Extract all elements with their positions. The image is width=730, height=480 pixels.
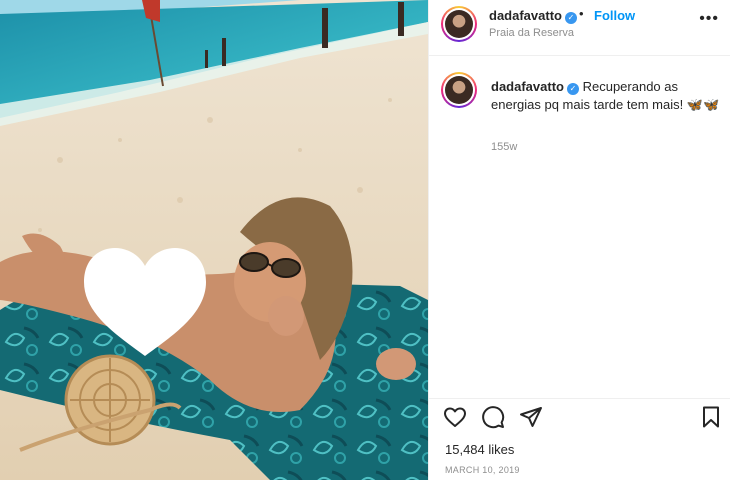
post-username-link[interactable]: dadafavatto ✓: [489, 8, 577, 24]
comment-icon[interactable]: [481, 405, 505, 429]
likes-count[interactable]: 15,484 likes: [445, 442, 514, 457]
post-header: dadafavatto ✓ • Follow Praia da Reserva •…: [429, 0, 730, 56]
verified-badge-icon: ✓: [564, 12, 577, 24]
post-date: MARCH 10, 2019: [445, 465, 520, 475]
action-bar: [429, 398, 730, 432]
post-photo[interactable]: [0, 0, 428, 480]
caption-avatar[interactable]: [441, 72, 477, 108]
caption-verified-badge-icon: ✓: [566, 83, 579, 95]
heart-icon[interactable]: [443, 405, 467, 429]
share-icon[interactable]: [519, 405, 543, 429]
caption: dadafavatto ✓ Recuperando as energias pq …: [491, 78, 723, 114]
bookmark-icon[interactable]: [699, 405, 723, 429]
more-options-icon[interactable]: •••: [699, 10, 719, 28]
post-sidebar: dadafavatto ✓ • Follow Praia da Reserva •…: [428, 0, 730, 480]
username-text[interactable]: dadafavatto: [489, 8, 562, 23]
beach-photo-image: [0, 0, 428, 480]
follow-button[interactable]: Follow: [594, 8, 635, 23]
post-age: 155w: [491, 141, 518, 153]
avatar[interactable]: [441, 6, 477, 42]
location-link[interactable]: Praia da Reserva: [489, 27, 574, 39]
caption-username[interactable]: dadafavatto: [491, 79, 564, 94]
separator-dot: •: [579, 6, 584, 21]
